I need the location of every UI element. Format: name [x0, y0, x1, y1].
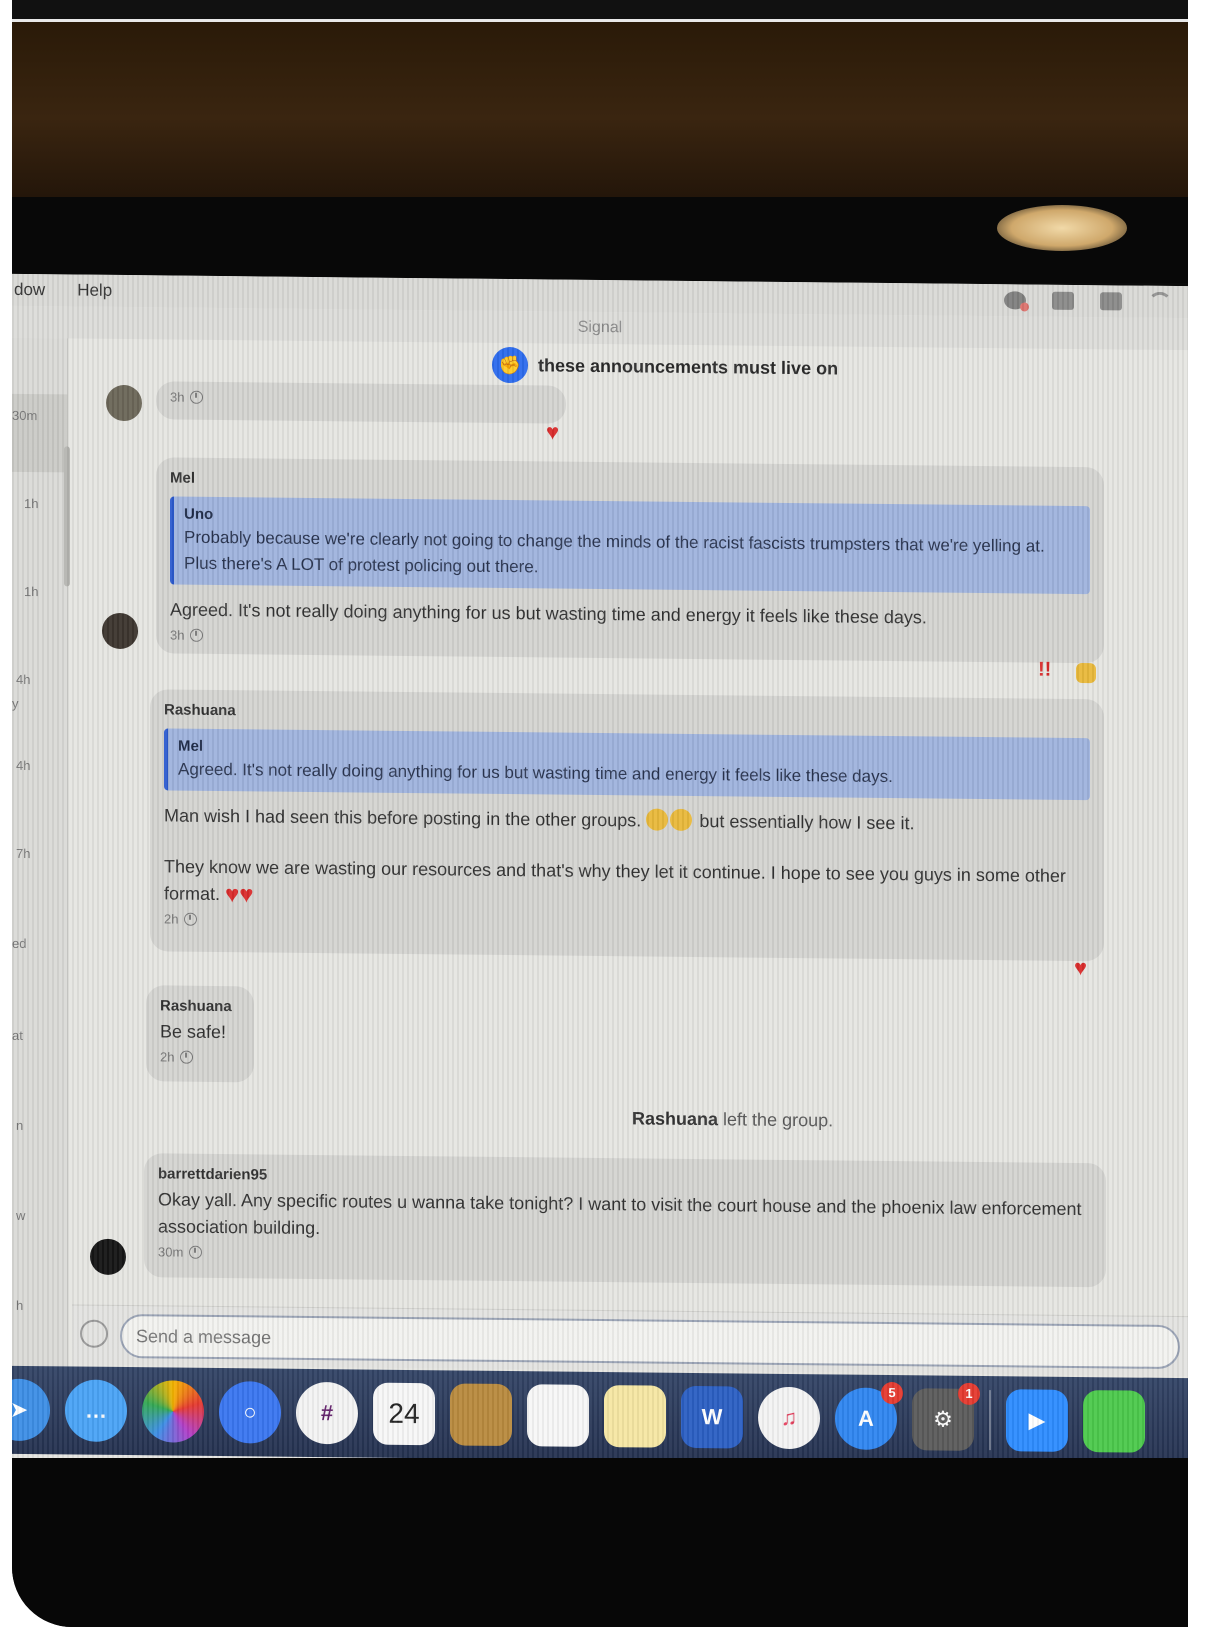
message-text: Be safe! [160, 1021, 227, 1043]
message-time: 2h [160, 1049, 175, 1065]
message-author: Rashuana [164, 701, 236, 720]
sidebar-time: ed [12, 935, 27, 951]
lamp-glare [997, 205, 1127, 251]
conversation-sidebar: 30m 1h 1h 4h y 4h 7h ed at n w h [12, 337, 70, 1369]
clock-icon [184, 912, 198, 926]
dock-separator [989, 1390, 991, 1451]
exclamation-reaction[interactable]: !! [1038, 659, 1051, 682]
contacts-icon[interactable] [450, 1383, 512, 1447]
message-time: 2h [164, 911, 179, 927]
music-icon[interactable]: ♫ [758, 1386, 820, 1450]
sidebar-time: 30m [12, 407, 38, 424]
airplay-icon[interactable] [1052, 291, 1074, 310]
calendar-icon[interactable]: 24 [373, 1382, 435, 1446]
laughing-emoji-icon [646, 808, 669, 831]
message-author: Rashuana [160, 997, 232, 1016]
photo-frame: dow Help Signal 30m 1h 1h 4h y 4h 7h ed … [12, 0, 1188, 1627]
message-text: They know we are wasting our resources a… [164, 853, 1090, 917]
flag-icon[interactable] [1100, 292, 1122, 311]
message-time: 3h [170, 627, 185, 643]
signal-icon[interactable]: ○ [219, 1381, 281, 1444]
calendar-day: 24 [388, 1397, 420, 1430]
quoted-message[interactable]: Uno Probably because we're clearly not g… [170, 496, 1090, 595]
thumbs-up-reaction-icon[interactable] [1076, 662, 1096, 684]
message-text-part: but essentially how I see it. [699, 811, 915, 834]
message-text: Okay yall. Any specific routes u wanna t… [158, 1189, 1082, 1239]
system-message-name: Rashuana [632, 1108, 719, 1130]
message-bubble[interactable]: Mel Uno Probably because we're clearly n… [156, 457, 1104, 664]
sidebar-time: n [16, 1117, 24, 1133]
sidebar-time: 7h [16, 845, 31, 862]
conversation-header[interactable]: ✊ these announcements must live on [492, 345, 838, 389]
message-text: Man wish I had seen this before posting … [164, 802, 1090, 839]
sidebar-time: 1h [24, 495, 39, 512]
laughing-emoji-icon [670, 808, 693, 831]
wifi-icon[interactable] [1148, 291, 1172, 312]
zoom-icon[interactable]: ▶ [1006, 1389, 1068, 1452]
clock-icon [189, 1245, 203, 1259]
clock-icon [190, 390, 204, 404]
message-bubble[interactable]: barrettdarien95 Okay yall. Any specific … [144, 1153, 1106, 1288]
heart-reaction-icon[interactable]: ♥ [1074, 955, 1087, 980]
screen: dow Help Signal 30m 1h 1h 4h y 4h 7h ed … [12, 273, 1188, 1512]
message-author: Mel [170, 469, 196, 487]
message-input[interactable] [120, 1313, 1180, 1370]
avatar[interactable] [106, 384, 142, 422]
menu-window[interactable]: dow [14, 280, 45, 300]
background-wall [12, 22, 1188, 197]
emoji-picker-icon[interactable] [80, 1319, 108, 1348]
message-list: 3h ♥ Mel Uno Probably because we're clea… [72, 380, 1188, 1352]
notes-icon[interactable] [604, 1385, 666, 1448]
sidebar-time: 1h [24, 583, 39, 600]
message-time: 30m [158, 1244, 184, 1260]
conversation-name: these announcements must live on [538, 354, 839, 378]
screen-record-icon[interactable] [1004, 291, 1026, 310]
photo-bottom-area [12, 1458, 1188, 1627]
quoted-message[interactable]: Mel Agreed. It's not really doing anythi… [164, 728, 1090, 801]
reminders-icon[interactable] [527, 1384, 589, 1447]
sidebar-scrollbar[interactable] [64, 446, 70, 587]
menu-help[interactable]: Help [77, 281, 112, 301]
sidebar-time: h [16, 1297, 24, 1313]
message-time: 3h [170, 389, 185, 405]
message-bubble[interactable]: Rashuana Be safe! 2h [146, 985, 254, 1083]
slack-icon[interactable]: # [296, 1381, 358, 1445]
message-text-part: They know we are wasting our resources a… [164, 856, 1066, 905]
message-bubble[interactable]: Rashuana Mel Agreed. It's not really doi… [150, 689, 1104, 962]
message-bubble[interactable]: 3h [156, 381, 566, 424]
sidebar-time: at [12, 1027, 23, 1043]
app-store-badge: 5 [881, 1381, 903, 1405]
message-text: Agreed. It's not really doing anything f… [170, 599, 927, 628]
avatar[interactable] [102, 612, 138, 650]
message-text-part: Man wish I had seen this before posting … [164, 805, 642, 831]
safari-icon[interactable]: ➤ [12, 1378, 50, 1442]
status-icons [1004, 290, 1172, 312]
sidebar-selected-item[interactable] [12, 393, 68, 473]
app-store-icon[interactable]: A5 [835, 1381, 903, 1451]
system-preferences-icon[interactable]: ⚙ 1 [912, 1382, 980, 1451]
group-avatar-icon: ✊ [492, 346, 528, 384]
photos-icon[interactable] [142, 1380, 204, 1443]
sidebar-time: y [12, 695, 19, 711]
quote-text: Probably because we're clearly not going… [184, 527, 1045, 577]
heart-reaction-icon[interactable]: ♥ [546, 419, 559, 444]
heart-emoji-icon: ♥♥ [225, 881, 254, 909]
settings-badge: 1 [958, 1382, 980, 1405]
message-composer [72, 1304, 1188, 1377]
sidebar-time: w [16, 1207, 26, 1223]
dock: ➤ … ○ # 24 W ♫ A5 ⚙ 1 ▶ [12, 1365, 1188, 1467]
sidebar-time: 4h [16, 757, 31, 774]
system-message-text: left the group. [723, 1109, 834, 1131]
clock-icon [180, 1050, 194, 1064]
clock-icon [190, 628, 204, 642]
photo-top-edge [12, 0, 1188, 22]
messages-icon[interactable]: … [65, 1379, 127, 1443]
avatar[interactable] [90, 1238, 126, 1276]
system-message: Rashuana left the group. [632, 1108, 833, 1131]
word-icon[interactable]: W [681, 1385, 743, 1449]
word-letter: W [701, 1404, 723, 1430]
facetime-icon[interactable] [1083, 1390, 1145, 1453]
sidebar-time: 4h [16, 671, 31, 688]
